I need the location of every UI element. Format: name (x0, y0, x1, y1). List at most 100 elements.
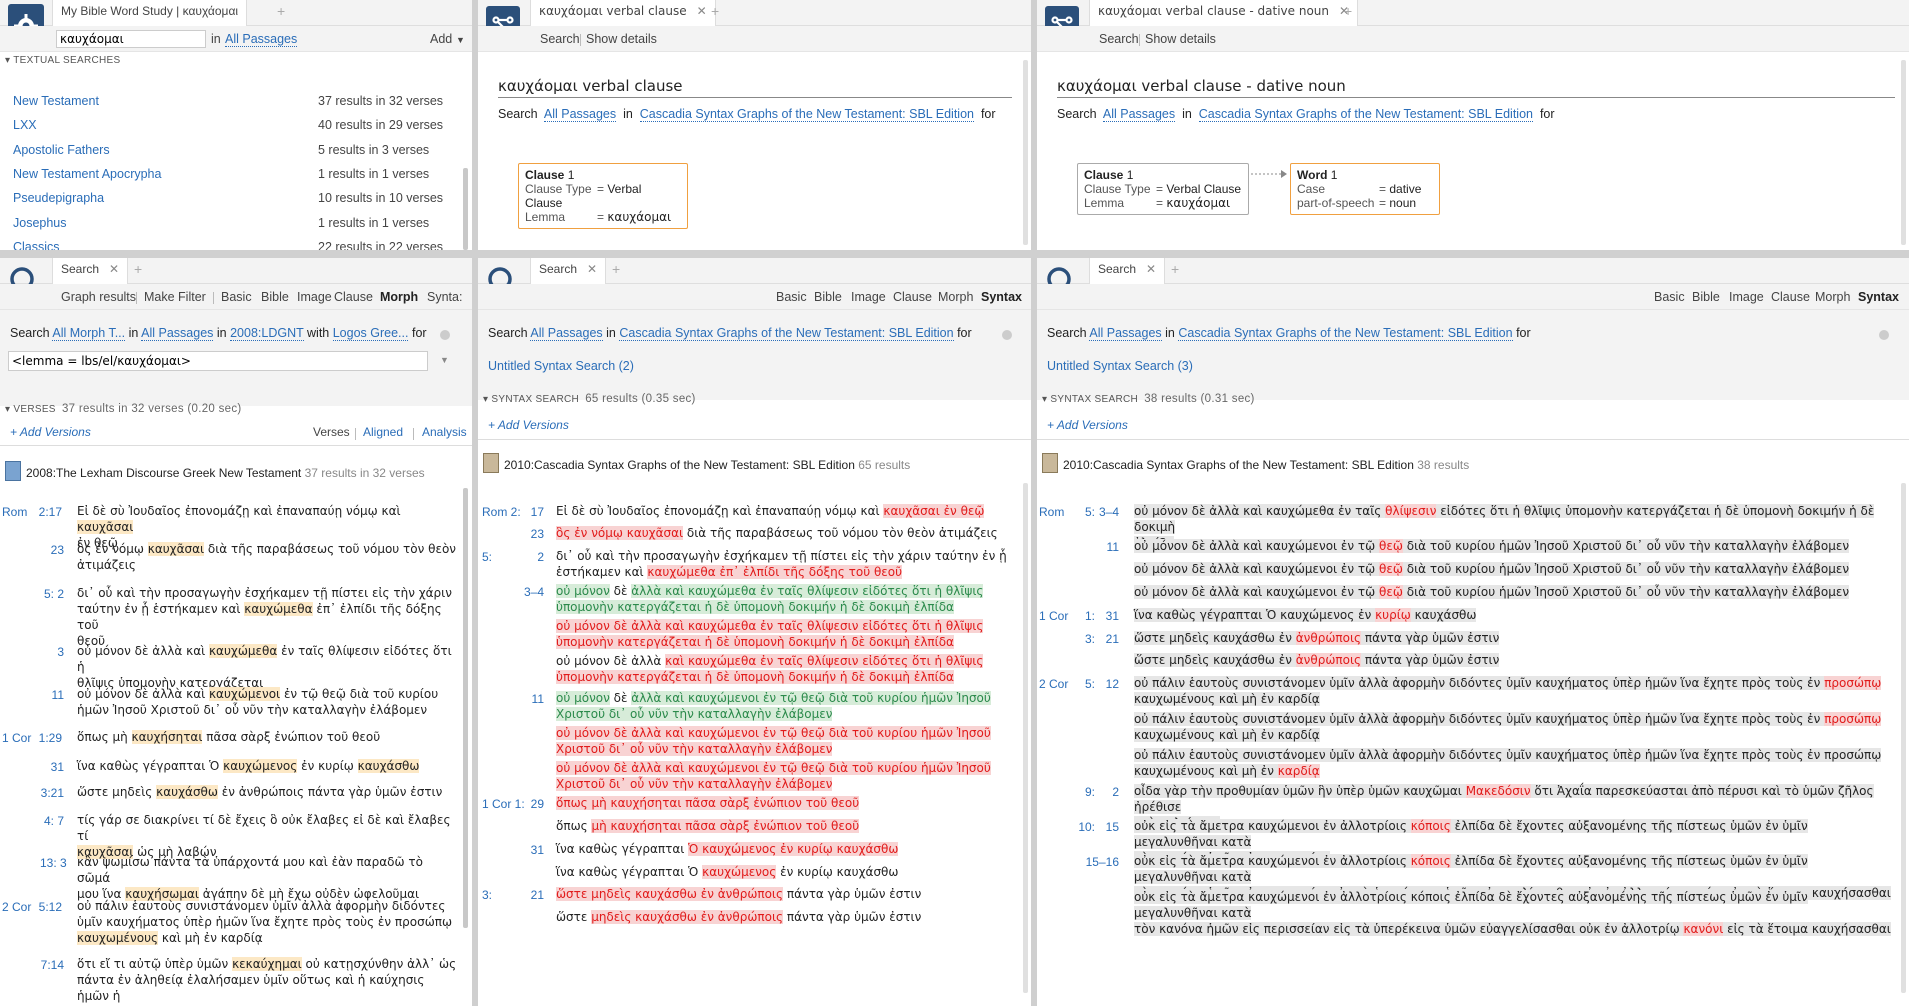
new-tab-icon[interactable]: + (1171, 261, 1179, 277)
tab-word-study[interactable]: My Bible Word Study | καυχάομαι (52, 0, 248, 26)
chapter-verse-ref[interactable]: 1:29 (38, 731, 62, 745)
syntax-search-header[interactable]: ▾ SYNTAX SEARCH 65 results (0.35 sec) (483, 393, 696, 405)
chapter-verse-ref[interactable]: 3 (40, 645, 64, 659)
query-input[interactable] (8, 351, 428, 371)
search-button[interactable]: Search (540, 32, 580, 46)
scrollbar[interactable] (1023, 60, 1028, 245)
tool-bible[interactable]: Bible (814, 290, 842, 304)
database-link[interactable]: Cascadia Syntax Graphs of the New Testam… (1198, 107, 1533, 122)
show-details-button[interactable]: Show details (586, 32, 657, 46)
textual-search-0[interactable]: New Testament (13, 94, 99, 108)
chapter-verse-ref[interactable]: 3–4 (510, 585, 544, 599)
tool-morph[interactable]: Morph (1815, 290, 1850, 304)
close-icon[interactable]: ✕ (1146, 262, 1156, 276)
view-aligned[interactable]: Aligned (363, 425, 403, 439)
tool-image[interactable]: Image (1729, 290, 1764, 304)
tool-clause[interactable]: Clause (893, 290, 932, 304)
pane-splitter[interactable] (0, 250, 1909, 258)
add-versions-link[interactable]: + Add Versions (1047, 418, 1128, 432)
new-tab-icon[interactable]: + (277, 3, 285, 19)
verses-header[interactable]: ▾ VERSES 37 results in 32 verses (0.20 s… (5, 403, 242, 415)
chapter-verse-ref[interactable]: 11 (40, 688, 64, 702)
book-ref[interactable]: Rom (1039, 505, 1064, 519)
all-passages-link[interactable]: All Passages (225, 32, 298, 47)
book-ref[interactable]: 3: (482, 888, 492, 902)
help-icon[interactable] (1879, 330, 1889, 340)
tool-image[interactable]: Image (297, 290, 332, 304)
textual-search-5[interactable]: Josephus (13, 216, 67, 230)
search-title[interactable]: καυχάομαι verbal clause - dative noun (1057, 77, 1346, 95)
chapter-verse-ref[interactable]: 7:14 (40, 958, 64, 972)
scrollbar[interactable] (463, 168, 468, 250)
untitled-search-link[interactable]: Untitled Syntax Search (2) (488, 359, 634, 373)
scrollbar[interactable] (463, 488, 468, 928)
all-passages-link[interactable]: All Passages (1102, 107, 1176, 122)
verse-ref[interactable]: 31 (1079, 609, 1119, 623)
tool-image[interactable]: Image (851, 290, 886, 304)
database-link[interactable]: Cascadia Syntax Graphs of the New Testam… (1178, 326, 1513, 341)
word-node[interactable]: Word 1 Case = dative part-of-speech = noun (1290, 163, 1440, 215)
morphology-link[interactable]: Logos Gree... (332, 326, 409, 341)
tool-basic[interactable]: Basic (776, 290, 807, 304)
tool-graph-results[interactable]: Graph results (61, 290, 136, 304)
chapter-verse-ref[interactable]: 11 (510, 692, 544, 706)
verse-ref[interactable]: 12 (1079, 677, 1119, 691)
chevron-down-icon[interactable]: ▼ (440, 355, 449, 365)
tab-verbal-clause[interactable]: καυχάομαι verbal clause ✕ (530, 0, 716, 26)
database-link[interactable]: Cascadia Syntax Graphs of the New Testam… (639, 107, 974, 122)
chapter-verse-ref[interactable]: 3:21 (40, 786, 64, 800)
chapter-verse-ref[interactable]: 31 (40, 760, 64, 774)
tool-bible[interactable]: Bible (1692, 290, 1720, 304)
tool-bible[interactable]: Bible (261, 290, 289, 304)
chevron-down-icon[interactable]: ▼ (456, 35, 465, 45)
chapter-verse-ref[interactable]: 29 (510, 797, 544, 811)
version-link[interactable]: 2008:LDGNT (230, 326, 304, 341)
verse-ref[interactable]: 21 (1079, 632, 1119, 646)
view-analysis[interactable]: Analysis (422, 425, 467, 439)
tab-dative-noun[interactable]: καυχάομαι verbal clause - dative noun ✕ (1089, 0, 1359, 26)
verse-ref[interactable]: 15 (1079, 820, 1119, 834)
tool-synta-[interactable]: Synta: (427, 290, 462, 304)
search-title[interactable]: καυχάομαι verbal clause (498, 77, 683, 95)
chapter-verse-ref[interactable]: 21 (510, 888, 544, 902)
resource-title[interactable]: 2010:Cascadia Syntax Graphs of the New T… (504, 458, 910, 472)
verse-ref[interactable]: 3–4 (1079, 505, 1119, 519)
textual-search-1[interactable]: LXX (13, 118, 37, 132)
morph-type-link[interactable]: All Morph T... (52, 326, 126, 341)
untitled-search-link[interactable]: Untitled Syntax Search (3) (1047, 359, 1193, 373)
resource-title[interactable]: 2010:Cascadia Syntax Graphs of the New T… (1063, 458, 1469, 472)
new-tab-icon[interactable]: + (612, 261, 620, 277)
book-ref[interactable]: 2 Cor (1039, 677, 1068, 691)
section-header[interactable]: ▾ TEXTUAL SEARCHES (5, 55, 120, 66)
verse-ref[interactable]: 11 (1079, 540, 1119, 554)
word-search-input[interactable] (56, 30, 206, 48)
chapter-verse-ref[interactable]: 2:17 (38, 505, 62, 519)
close-icon[interactable]: ✕ (697, 4, 707, 18)
textual-search-3[interactable]: New Testament Apocrypha (13, 167, 161, 181)
tool-make-filter[interactable]: Make Filter (144, 290, 206, 304)
tab-search[interactable]: Search ✕ (52, 258, 129, 284)
close-icon[interactable]: ✕ (587, 262, 597, 276)
help-icon[interactable] (1002, 330, 1012, 340)
show-details-button[interactable]: Show details (1145, 32, 1216, 46)
book-ref[interactable]: 5: (482, 550, 492, 564)
scrollbar[interactable] (1901, 483, 1906, 993)
tool-clause[interactable]: Clause (1771, 290, 1810, 304)
tool-basic[interactable]: Basic (221, 290, 252, 304)
close-icon[interactable]: ✕ (109, 262, 119, 276)
tool-morph[interactable]: Morph (380, 290, 418, 304)
chapter-verse-ref[interactable]: 5:12 (38, 900, 62, 914)
add-versions-link[interactable]: + Add Versions (488, 418, 569, 432)
search-button[interactable]: Search (1099, 32, 1139, 46)
verse-ref[interactable]: 2 (1079, 785, 1119, 799)
resource-title[interactable]: 2008:The Lexham Discourse Greek New Test… (26, 466, 425, 480)
book-ref[interactable]: 2 Cor (2, 900, 31, 914)
chapter-verse-ref[interactable]: 31 (510, 843, 544, 857)
database-link[interactable]: Cascadia Syntax Graphs of the New Testam… (619, 326, 954, 341)
tab-search[interactable]: Search ✕ (1089, 258, 1166, 284)
new-tab-icon[interactable]: + (711, 3, 719, 19)
view-verses[interactable]: Verses (313, 425, 350, 439)
chapter-verse-ref[interactable]: 5: 2 (40, 587, 64, 601)
book-ref[interactable]: 1 Cor (2, 731, 31, 745)
chapter-verse-ref[interactable]: 17 (510, 505, 544, 519)
